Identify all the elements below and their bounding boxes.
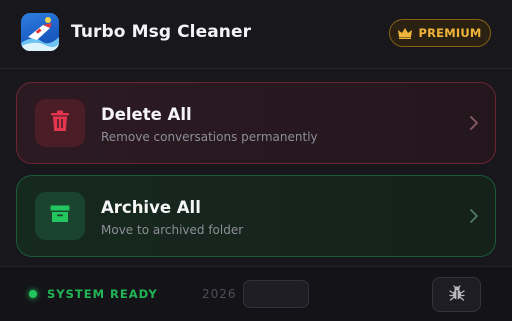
app-header: Turbo Msg Cleaner PREMIUM <box>0 0 512 69</box>
premium-label: PREMIUM <box>418 26 482 40</box>
app-title: Turbo Msg Cleaner <box>71 22 252 42</box>
system-status: SYSTEM READY <box>21 283 166 305</box>
status-indicator-icon <box>29 290 37 298</box>
archive-box-icon <box>50 205 70 227</box>
archive-all-title: Archive All <box>101 198 201 217</box>
bug-icon <box>448 284 465 305</box>
chevron-right-icon <box>469 115 479 131</box>
delete-all-card[interactable]: Delete All Remove conversations permanen… <box>16 82 496 164</box>
archive-all-card[interactable]: Archive All Move to archived folder <box>16 175 496 257</box>
delete-all-subtitle: Remove conversations permanently <box>101 130 318 144</box>
archive-all-subtitle: Move to archived folder <box>101 223 244 237</box>
app-logo-icon <box>21 13 59 51</box>
delete-all-title: Delete All <box>101 105 192 124</box>
premium-button[interactable]: PREMIUM <box>389 19 491 47</box>
status-label: SYSTEM READY <box>47 287 158 301</box>
delete-icon-tile <box>35 99 85 147</box>
year-field[interactable] <box>243 280 309 308</box>
trash-icon <box>50 110 70 136</box>
report-bug-button[interactable] <box>432 277 481 312</box>
archive-icon-tile <box>35 192 85 240</box>
year-label: 2026 <box>202 287 237 301</box>
crown-icon <box>398 24 413 43</box>
chevron-right-icon <box>469 208 479 224</box>
status-footer: SYSTEM READY 2026 <box>0 266 512 321</box>
